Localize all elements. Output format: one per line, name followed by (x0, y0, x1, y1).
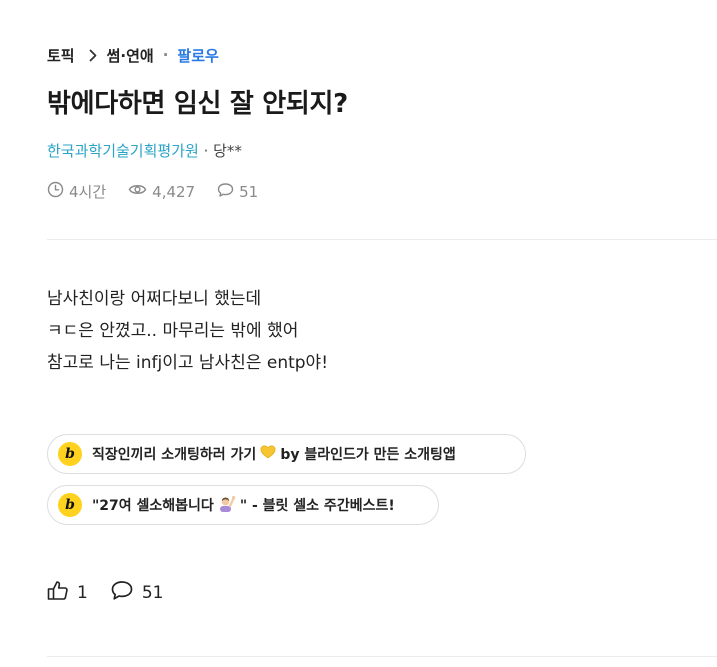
divider (47, 656, 717, 657)
eye-icon (128, 182, 152, 201)
breadcrumb: 토픽 썸·연애 · 팔로우 (47, 44, 219, 66)
yellow-heart-icon (260, 445, 276, 463)
stat-views: 4,427 (128, 182, 195, 201)
stat-time-value: 4시간 (69, 183, 107, 201)
blind-logo-icon: b (58, 442, 82, 466)
post-body: 남사친이랑 어쩌다보니 했는데 ㅋㄷ은 안꼈고.. 마무리는 밖에 했어 참고로… (47, 283, 328, 379)
comment-button[interactable]: 51 (110, 580, 164, 606)
stat-comments-value: 51 (239, 182, 259, 201)
ad-text: 직장인끼리 소개팅하러 가기 (92, 447, 257, 463)
author-separator: · (198, 142, 214, 160)
ad-banner-intro[interactable]: b "27여 셀소해봅니다 " - 블릿 셀소 주간베스트! (47, 485, 439, 525)
ad-text: "27여 셀소해봅니다 (92, 498, 214, 514)
stat-comments: 51 (217, 182, 258, 202)
comment-icon (217, 182, 239, 202)
post-body-line: 참고로 나는 infj이고 남사친은 entp야! (47, 353, 329, 373)
follow-button[interactable]: 팔로우 (177, 45, 218, 66)
breadcrumb-separator: · (162, 46, 169, 64)
post-title: 밖에다하면 임신 잘 안되지? (47, 89, 348, 119)
author-company-link[interactable]: 한국과학기술기획평가원 (47, 142, 199, 160)
divider (47, 239, 717, 240)
ad-text: by 블라인드가 만든 소개팅앱 (280, 447, 456, 463)
clock-icon (47, 181, 69, 202)
post-actions: 1 51 (47, 580, 185, 606)
breadcrumb-topic[interactable]: 토픽 (47, 45, 75, 66)
blind-logo-icon: b (58, 493, 82, 517)
ad-banner-dating[interactable]: b 직장인끼리 소개팅하러 가기 by 블라인드가 만든 소개팅앱 (47, 434, 526, 474)
comment-bubble-icon (110, 580, 142, 606)
post-body-line: ㅋㄷ은 안꼈고.. 마무리는 밖에 했어 (47, 321, 299, 341)
breadcrumb-category[interactable]: 썸·연애 (107, 45, 154, 66)
post-author: 한국과학기술기획평가원 · 당** (47, 140, 242, 161)
author-nickname: 당** (213, 142, 242, 160)
thumbs-up-icon (47, 580, 77, 606)
like-button[interactable]: 1 (47, 580, 88, 606)
stat-time: 4시간 (47, 181, 106, 202)
ad-text: " - 블릿 셀소 주간베스트! (239, 498, 395, 514)
comment-count: 51 (141, 583, 164, 603)
like-count: 1 (77, 583, 88, 603)
post-stats: 4시간 4,427 51 (47, 181, 280, 202)
stat-views-value: 4,427 (152, 182, 196, 201)
post-body-line: 남사친이랑 어쩌다보니 했는데 (47, 289, 262, 309)
person-raising-hand-icon (218, 494, 236, 516)
chevron-right-icon (89, 49, 97, 62)
